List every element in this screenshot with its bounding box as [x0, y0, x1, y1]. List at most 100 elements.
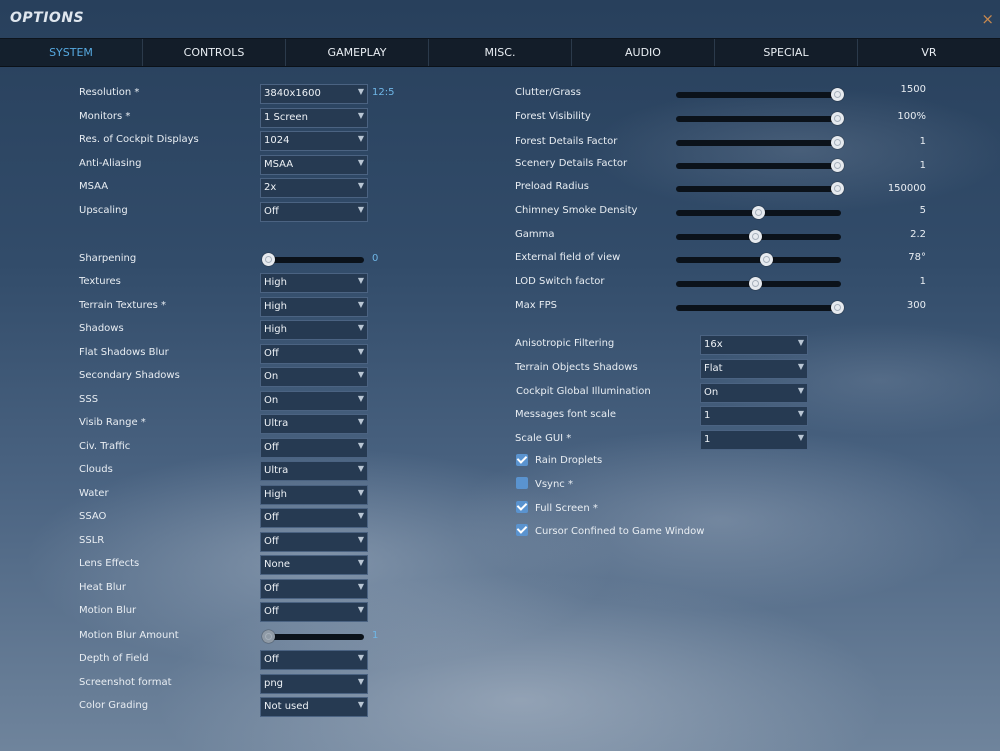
chevron-down-icon: ▼	[797, 338, 804, 347]
forest-visibility-slider[interactable]	[676, 112, 844, 126]
gamma-slider[interactable]	[676, 230, 841, 244]
secondary-shadows-dropdown[interactable]: On ▼	[260, 367, 368, 387]
anti-aliasing-dropdown[interactable]: MSAA ▼	[260, 155, 368, 175]
dropdown-value: png	[264, 678, 284, 689]
cockpit-gi-dropdown[interactable]: On ▼	[700, 383, 808, 403]
slider-track	[676, 305, 844, 311]
tab-system[interactable]: SYSTEM	[0, 39, 143, 66]
setting-shadows: Shadows High ▼	[0, 320, 500, 340]
cursor-confined-checkbox[interactable]	[516, 524, 528, 536]
tab-audio[interactable]: AUDIO	[572, 39, 715, 66]
dropdown-value: On	[264, 371, 279, 382]
slider-thumb[interactable]	[831, 88, 844, 101]
tab-special[interactable]: SPECIAL	[715, 39, 858, 66]
setting-label: Cockpit Global Illumination	[516, 386, 651, 397]
slider-thumb[interactable]	[760, 253, 773, 266]
slider-thumb[interactable]	[831, 182, 844, 195]
visib-range-dropdown[interactable]: Ultra ▼	[260, 414, 368, 434]
preload-radius-slider[interactable]	[676, 182, 844, 196]
dropdown-value: Off	[264, 536, 279, 547]
setting-label: Textures	[79, 276, 121, 287]
slider-value: 5	[919, 205, 926, 216]
flat-shadows-blur-dropdown[interactable]: Off ▼	[260, 344, 368, 364]
close-icon[interactable]: ×	[981, 10, 994, 28]
shadows-dropdown[interactable]: High ▼	[260, 320, 368, 340]
clouds-dropdown[interactable]: Ultra ▼	[260, 461, 368, 481]
vsync-checkbox[interactable]	[516, 477, 528, 489]
tab-vr[interactable]: VR	[858, 39, 1000, 66]
scale-gui-dropdown[interactable]: 1 ▼	[700, 430, 808, 450]
setting-rain-droplets[interactable]: Rain Droplets	[500, 453, 1000, 473]
slider-value: 0	[372, 253, 379, 264]
heat-blur-dropdown[interactable]: Off ▼	[260, 579, 368, 599]
full-screen-checkbox[interactable]	[516, 501, 528, 513]
anisotropic-dropdown[interactable]: 16x ▼	[700, 335, 808, 355]
chevron-down-icon: ▼	[357, 417, 364, 426]
setting-scenery-details: Scenery Details Factor 1	[500, 155, 1000, 175]
msaa-dropdown[interactable]: 2x ▼	[260, 178, 368, 198]
slider-track	[676, 92, 844, 98]
setting-full-screen[interactable]: Full Screen *	[500, 500, 1000, 520]
setting-cursor-confined[interactable]: Cursor Confined to Game Window	[500, 523, 1000, 543]
slider-thumb[interactable]	[831, 136, 844, 149]
slider-thumb[interactable]	[749, 277, 762, 290]
slider-thumb[interactable]	[749, 230, 762, 243]
slider-track	[676, 163, 844, 169]
sslr-dropdown[interactable]: Off ▼	[260, 532, 368, 552]
slider-track	[676, 257, 841, 263]
setting-vsync[interactable]: Vsync *	[500, 476, 1000, 496]
slider-value: 2.2	[910, 229, 926, 240]
lod-switch-slider[interactable]	[676, 277, 841, 291]
water-dropdown[interactable]: High ▼	[260, 485, 368, 505]
slider-thumb[interactable]	[262, 253, 275, 266]
motion-blur-amount-slider[interactable]	[262, 630, 364, 644]
ssao-dropdown[interactable]: Off ▼	[260, 508, 368, 528]
setting-forest-details: Forest Details Factor 1	[500, 133, 1000, 153]
chevron-down-icon: ▼	[357, 441, 364, 450]
setting-label: Scale GUI *	[515, 433, 572, 444]
setting-label: Anisotropic Filtering	[515, 338, 615, 349]
tab-controls[interactable]: CONTROLS	[143, 39, 286, 66]
setting-label: Messages font scale	[515, 409, 617, 420]
setting-cockpit-gi: Cockpit Global Illumination On ▼	[500, 383, 1000, 403]
tab-misc[interactable]: MISC.	[429, 39, 572, 66]
slider-thumb[interactable]	[831, 301, 844, 314]
setting-civ-traffic: Civ. Traffic Off ▼	[0, 438, 500, 458]
terrain-textures-dropdown[interactable]: High ▼	[260, 297, 368, 317]
monitors-dropdown[interactable]: 1 Screen ▼	[260, 108, 368, 128]
slider-thumb[interactable]	[831, 112, 844, 125]
chevron-down-icon: ▼	[357, 700, 364, 709]
slider-thumb[interactable]	[831, 159, 844, 172]
civ-traffic-dropdown[interactable]: Off ▼	[260, 438, 368, 458]
sharpening-slider[interactable]	[262, 253, 364, 267]
messages-font-dropdown[interactable]: 1 ▼	[700, 406, 808, 426]
external-fov-slider[interactable]	[676, 253, 841, 267]
terrain-obj-shadows-dropdown[interactable]: Flat ▼	[700, 359, 808, 379]
setting-resolution: Resolution * 3840x1600 ▼ 12:5	[0, 84, 500, 104]
motion-blur-dropdown[interactable]: Off ▼	[260, 602, 368, 622]
rain-droplets-checkbox[interactable]	[516, 454, 528, 466]
screenshot-format-dropdown[interactable]: png ▼	[260, 674, 368, 694]
dropdown-value: High	[264, 277, 287, 288]
dropdown-value: Flat	[704, 363, 723, 374]
color-grading-dropdown[interactable]: Not used ▼	[260, 697, 368, 717]
lens-effects-dropdown[interactable]: None ▼	[260, 555, 368, 575]
slider-thumb[interactable]	[262, 630, 275, 643]
sss-dropdown[interactable]: On ▼	[260, 391, 368, 411]
chevron-down-icon: ▼	[357, 488, 364, 497]
resolution-dropdown[interactable]: 3840x1600 ▼	[260, 84, 368, 104]
clutter-grass-slider[interactable]	[676, 88, 844, 102]
setting-textures: Textures High ▼	[0, 273, 500, 293]
cockpit-displays-dropdown[interactable]: 1024 ▼	[260, 131, 368, 151]
scenery-details-slider[interactable]	[676, 159, 844, 173]
setting-terrain-textures: Terrain Textures * High ▼	[0, 297, 500, 317]
forest-details-slider[interactable]	[676, 136, 844, 150]
slider-thumb[interactable]	[752, 206, 765, 219]
textures-dropdown[interactable]: High ▼	[260, 273, 368, 293]
depth-of-field-dropdown[interactable]: Off ▼	[260, 650, 368, 670]
setting-label: Res. of Cockpit Displays	[79, 134, 199, 145]
chimney-smoke-slider[interactable]	[676, 206, 841, 220]
upscaling-dropdown[interactable]: Off ▼	[260, 202, 368, 222]
tab-gameplay[interactable]: GAMEPLAY	[286, 39, 429, 66]
max-fps-slider[interactable]	[676, 301, 844, 315]
